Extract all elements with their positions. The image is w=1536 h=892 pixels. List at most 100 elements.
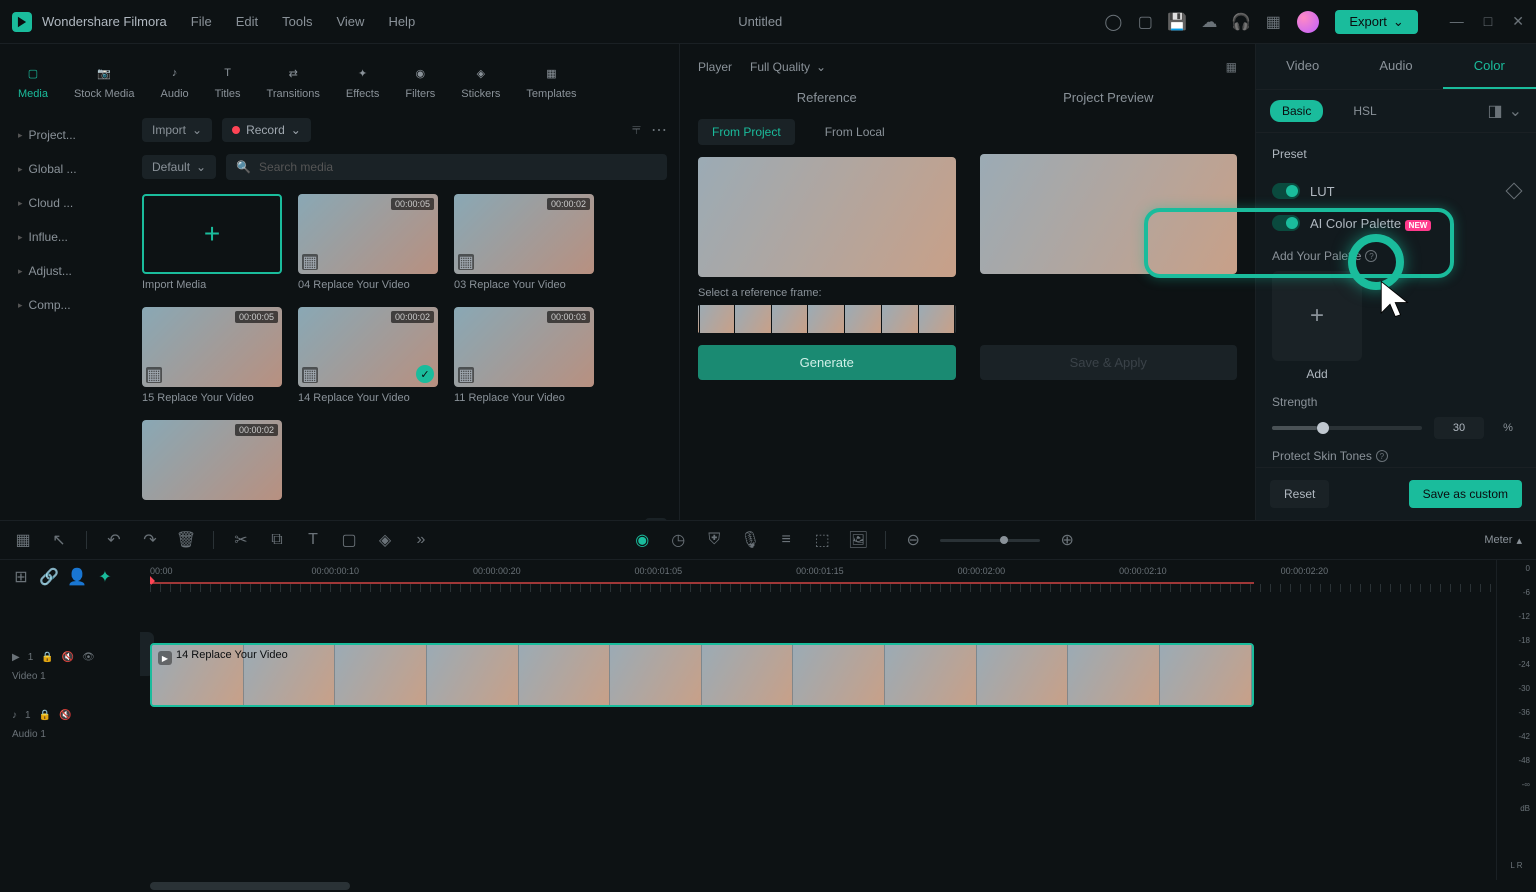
lock-icon[interactable]: 🔒	[41, 652, 53, 663]
layout-icon[interactable]: ▦	[14, 531, 32, 549]
generate-button[interactable]: Generate	[698, 345, 956, 380]
keyframe-icon[interactable]	[1506, 183, 1523, 200]
sort-dropdown[interactable]: Default ⌄	[142, 155, 216, 179]
save-custom-button[interactable]: Save as custom	[1409, 480, 1522, 508]
media-item[interactable]: 00:00:02▦✓ 14 Replace Your Video	[298, 307, 438, 404]
tab-templates[interactable]: ▦Templates	[516, 56, 586, 106]
reset-button[interactable]: Reset	[1270, 480, 1329, 508]
import-media-tile[interactable]: + Import Media	[142, 194, 282, 291]
tab-effects[interactable]: ✦Effects	[336, 56, 389, 106]
zoom-in-icon[interactable]: ⊕	[1058, 531, 1076, 549]
monitor-icon[interactable]: ▢	[1137, 14, 1153, 30]
tag-icon[interactable]: ◈	[376, 531, 394, 549]
import-dropdown[interactable]: Import ⌄	[142, 118, 212, 142]
strength-slider[interactable]	[1272, 426, 1422, 430]
tab-media[interactable]: ▢Media	[8, 56, 58, 106]
frame-strip[interactable]	[698, 305, 956, 333]
cut-icon[interactable]: ✂	[232, 531, 250, 549]
menu-edit[interactable]: Edit	[236, 14, 258, 29]
sidebar-item-cloud[interactable]: ▸Cloud ...	[4, 186, 126, 220]
link-icon[interactable]: 🔗	[40, 568, 58, 586]
menu-tools[interactable]: Tools	[282, 14, 312, 29]
tab-titles[interactable]: TTitles	[205, 56, 251, 106]
delete-icon[interactable]: 🗑	[177, 531, 195, 549]
media-item[interactable]: 00:00:05▦ 15 Replace Your Video	[142, 307, 282, 404]
record-button[interactable]: Record ⌄	[222, 118, 311, 142]
image-icon[interactable]: 🖼	[849, 531, 867, 549]
tab-stickers[interactable]: ◈Stickers	[451, 56, 510, 106]
add-palette-button[interactable]: +	[1272, 271, 1362, 361]
cursor-icon[interactable]: ↖	[50, 531, 68, 549]
cloud-icon[interactable]: ☁	[1201, 14, 1217, 30]
lut-toggle[interactable]	[1272, 183, 1300, 199]
speed-icon[interactable]: ◷	[669, 531, 687, 549]
save-apply-button[interactable]: Save & Apply	[980, 345, 1238, 380]
zoom-out-icon[interactable]: ⊖	[904, 531, 922, 549]
sidebar-item-comp[interactable]: ▸Comp...	[4, 288, 126, 322]
media-item[interactable]: 00:00:02▦ 03 Replace Your Video	[454, 194, 594, 291]
timeline-ruler[interactable]: 00:00 00:00:00:10 00:00:00:20 00:00:01:0…	[150, 560, 1496, 592]
menu-view[interactable]: View	[336, 14, 364, 29]
zoom-slider[interactable]	[940, 539, 1040, 542]
sidebar-item-project[interactable]: ▸Project...	[4, 118, 126, 152]
maximize-button[interactable]: □	[1484, 13, 1492, 30]
minimize-button[interactable]: —	[1450, 13, 1464, 30]
add-track-icon[interactable]: ⊞	[12, 568, 30, 586]
shield-icon[interactable]: ⛨	[705, 531, 723, 549]
info-icon[interactable]: ?	[1365, 250, 1377, 262]
mute-icon[interactable]: 🔇	[62, 652, 74, 663]
timeline-scrollbar[interactable]	[0, 880, 1536, 892]
quality-dropdown[interactable]: Full Quality ⌄	[750, 60, 826, 74]
timeline-clip[interactable]: ▶ 14 Replace Your Video	[150, 643, 1254, 707]
apps-icon[interactable]: ▦	[1265, 14, 1281, 30]
info-icon[interactable]: ?	[1376, 450, 1388, 462]
person-icon[interactable]: 👤	[68, 568, 86, 586]
headphones-icon[interactable]: 🎧	[1233, 14, 1249, 30]
close-button[interactable]: ✕	[1512, 13, 1524, 30]
sidebar-item-influence[interactable]: ▸Influe...	[4, 220, 126, 254]
text-icon[interactable]: T	[304, 531, 322, 549]
subtab-hsl[interactable]: HSL	[1341, 100, 1388, 122]
crop-icon[interactable]: ⧉	[268, 531, 286, 549]
menu-help[interactable]: Help	[388, 14, 415, 29]
media-item[interactable]: 00:00:05▦ 04 Replace Your Video	[298, 194, 438, 291]
device-icon[interactable]: ⬚	[813, 531, 831, 549]
ai-icon[interactable]: ◉	[633, 531, 651, 549]
object-icon[interactable]: ▢	[340, 531, 358, 549]
media-item[interactable]: 00:00:03▦ 11 Replace Your Video	[454, 307, 594, 404]
compare-icon[interactable]: ◨	[1487, 101, 1502, 121]
view-grid-icon[interactable]: ▦	[1226, 60, 1237, 74]
redo-icon[interactable]: ↷	[141, 531, 159, 549]
tab-from-local[interactable]: From Local	[811, 119, 899, 145]
media-item[interactable]: 00:00:02	[142, 420, 282, 500]
tab-transitions[interactable]: ⇄Transitions	[257, 56, 330, 106]
save-icon[interactable]: 💾	[1169, 14, 1185, 30]
chevron-down-icon[interactable]: ⌄	[1509, 101, 1522, 121]
tab-color[interactable]: Color	[1443, 44, 1536, 89]
lock-icon[interactable]: 🔒	[39, 710, 51, 721]
search-input[interactable]: 🔍 Search media	[226, 154, 667, 180]
filter-icon[interactable]: ⫧	[632, 121, 641, 139]
more-icon[interactable]: ⋯	[651, 120, 667, 140]
tab-from-project[interactable]: From Project	[698, 119, 795, 145]
undo-icon[interactable]: ↶	[105, 531, 123, 549]
export-button[interactable]: Export ⌄	[1335, 10, 1417, 34]
tab-video[interactable]: Video	[1256, 44, 1349, 89]
tab-filters[interactable]: ◉Filters	[395, 56, 445, 106]
tab-audio[interactable]: Audio	[1349, 44, 1442, 89]
ai-palette-toggle[interactable]	[1272, 215, 1300, 231]
subtab-basic[interactable]: Basic	[1270, 100, 1323, 122]
tab-stock-media[interactable]: 📷Stock Media	[64, 56, 145, 106]
menu-file[interactable]: File	[191, 14, 212, 29]
user-avatar[interactable]	[1297, 11, 1319, 33]
more-icon[interactable]: »	[412, 531, 430, 549]
mic-icon[interactable]: 🎙	[741, 531, 759, 549]
timeline-tracks[interactable]: 00:00 00:00:00:10 00:00:00:20 00:00:01:0…	[150, 560, 1496, 880]
marker-icon[interactable]: ✦	[96, 568, 114, 586]
status-icon[interactable]: ◯	[1105, 14, 1121, 30]
sidebar-item-adjust[interactable]: ▸Adjust...	[4, 254, 126, 288]
meter-dropdown[interactable]: Meter ▴	[1484, 534, 1522, 547]
equalizer-icon[interactable]: ≡	[777, 531, 795, 549]
mute-icon[interactable]: 🔇	[59, 710, 71, 721]
tab-audio[interactable]: ♪Audio	[151, 56, 199, 106]
